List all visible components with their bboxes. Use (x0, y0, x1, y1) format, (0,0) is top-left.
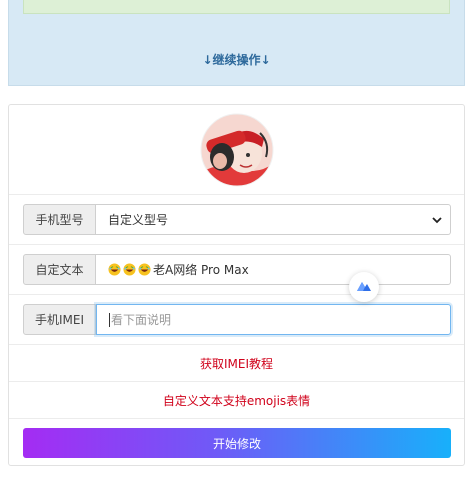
imei-label: 手机IMEI (23, 304, 96, 335)
continue-link[interactable]: ↓继续操作↓ (9, 51, 464, 68)
model-row: 手机型号 自定义型号 (9, 194, 464, 245)
tutorial-row: 获取IMEI教程 (9, 344, 464, 382)
custom-text-input[interactable]: 老A网络 Pro Max (96, 254, 451, 285)
avatar (200, 113, 274, 187)
custom-text-row: 自定文本 老A网络 Pro Max (9, 244, 464, 295)
start-modify-button[interactable]: 开始修改 (23, 428, 451, 458)
model-selected-value: 自定义型号 (108, 213, 169, 227)
imei-input[interactable]: 看下面说明 (96, 304, 451, 335)
form-card: 手机型号 自定义型号 自定文本 老A网络 Pro Max 手机IMEI 看下面说… (8, 104, 465, 466)
custom-text-field-group: 自定文本 老A网络 Pro Max (23, 254, 451, 285)
mountain-logo-icon (356, 280, 372, 295)
text-cursor (109, 312, 110, 327)
emoji-note-row: 自定义文本支持emojis表情 (9, 381, 464, 419)
imei-tutorial-link[interactable]: 获取IMEI教程 (9, 355, 464, 372)
chevron-down-icon (432, 214, 442, 228)
success-strip (23, 0, 450, 14)
emoji-support-note: 自定义文本支持emojis表情 (162, 394, 311, 408)
imei-field-group: 手机IMEI 看下面说明 (23, 304, 451, 335)
custom-text-label: 自定文本 (23, 254, 96, 285)
avatar-row (9, 105, 464, 195)
laughing-face-emoji-icon (138, 263, 151, 276)
model-field-group: 手机型号 自定义型号 (23, 204, 451, 235)
imei-placeholder: 看下面说明 (111, 313, 172, 327)
laughing-face-emoji-icon (108, 263, 121, 276)
floating-assistant-button[interactable] (349, 272, 379, 302)
imei-row: 手机IMEI 看下面说明 (9, 294, 464, 345)
model-select[interactable]: 自定义型号 (96, 204, 451, 235)
laughing-face-emoji-icon (123, 263, 136, 276)
notice-panel: ↓继续操作↓ (8, 0, 465, 86)
model-label: 手机型号 (23, 204, 96, 235)
custom-text-value: 老A网络 Pro Max (153, 263, 249, 277)
